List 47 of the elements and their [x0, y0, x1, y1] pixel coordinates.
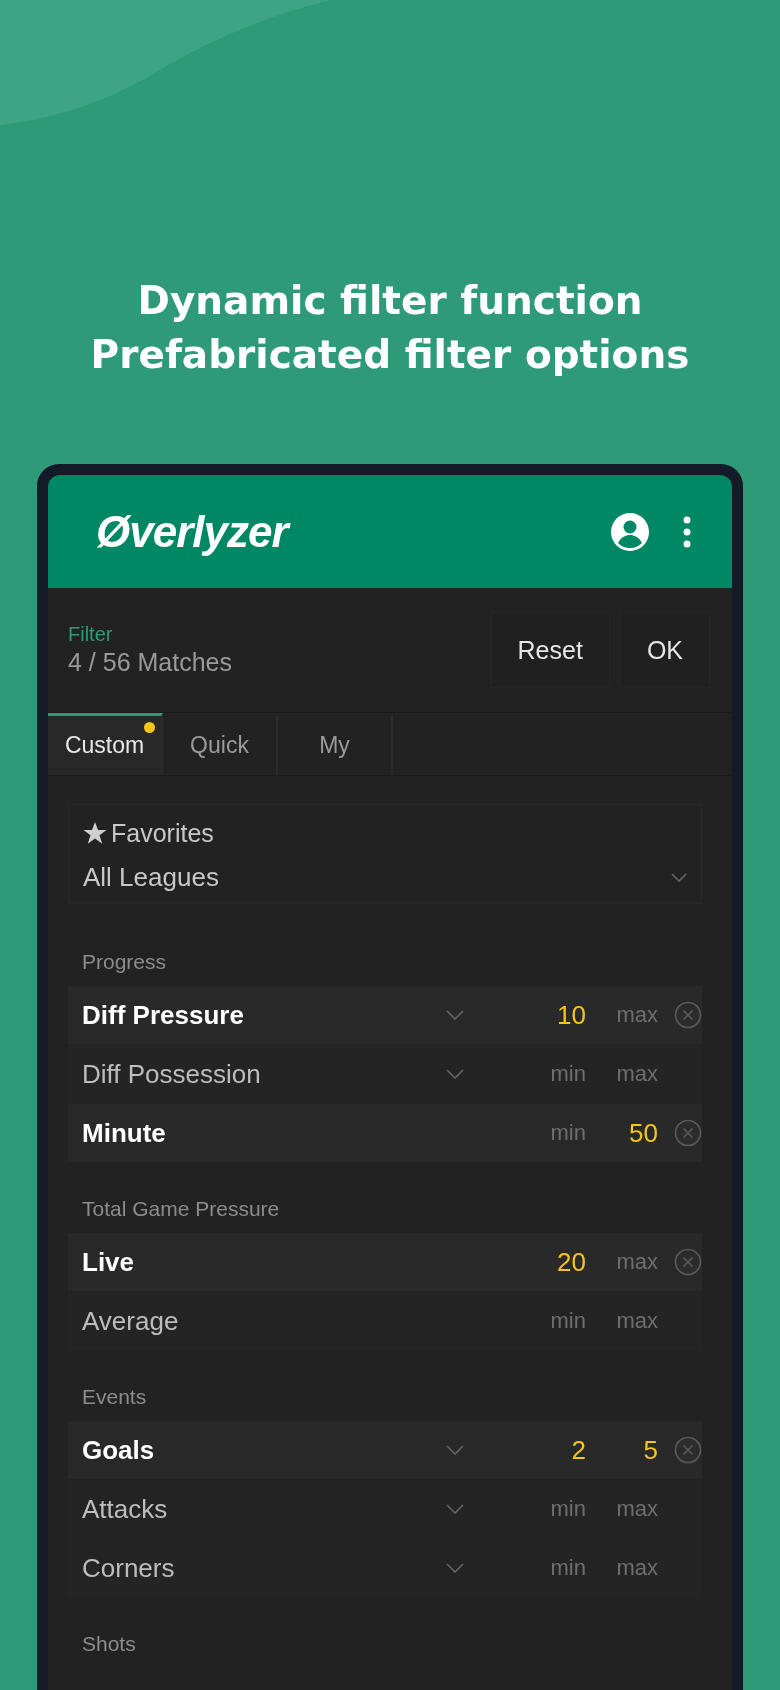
- filter-value[interactable]: 20: [514, 1246, 586, 1278]
- filter-name: Goals: [82, 1434, 156, 1466]
- section-title: Progress: [81, 950, 168, 974]
- tab[interactable]: Quick: [163, 713, 278, 775]
- filter-placeholder[interactable]: max: [586, 1061, 658, 1087]
- filter-name: Minute: [82, 1117, 167, 1149]
- clear-icon[interactable]: [674, 1248, 702, 1276]
- filter-placeholder[interactable]: max: [586, 1555, 658, 1581]
- filter-value[interactable]: 10: [514, 999, 586, 1031]
- tab[interactable]: My: [278, 713, 393, 775]
- filter-name: Diff Pressure: [82, 999, 245, 1031]
- tab[interactable]: Custom: [48, 713, 163, 775]
- filter-placeholder[interactable]: max: [586, 1308, 658, 1334]
- filter-placeholder[interactable]: min: [514, 1120, 586, 1146]
- filter-placeholder[interactable]: min: [514, 1061, 586, 1087]
- section-title: Events: [81, 1385, 148, 1409]
- filter-value[interactable]: 5: [586, 1434, 658, 1466]
- filter-placeholder[interactable]: max: [586, 1249, 658, 1275]
- league-select[interactable]: All Leagues: [83, 862, 219, 893]
- filter-name: Live: [82, 1246, 136, 1278]
- more-icon[interactable]: [682, 515, 692, 548]
- filter-placeholder[interactable]: min: [514, 1555, 586, 1581]
- filter-placeholder[interactable]: min: [514, 1308, 586, 1334]
- filter-name: Diff Possession: [82, 1058, 262, 1090]
- favorites-label: Favorites: [111, 819, 214, 848]
- clear-icon[interactable]: [674, 1119, 702, 1147]
- section-title: Shots: [81, 1632, 137, 1656]
- filter-label: Filter: [68, 623, 114, 646]
- filter-name: Corners: [82, 1552, 176, 1584]
- filter-placeholder[interactable]: max: [586, 1496, 658, 1522]
- match-count: 4 / 56 Matches: [68, 648, 232, 677]
- clear-icon[interactable]: [674, 1001, 702, 1029]
- header-button[interactable]: OK: [619, 612, 710, 688]
- filter-name: Average: [82, 1305, 180, 1337]
- filter-value[interactable]: 50: [586, 1117, 658, 1149]
- chevron-down-icon: [671, 873, 687, 882]
- section-title: Total Game Pressure: [81, 1197, 281, 1221]
- clear-icon[interactable]: [674, 1436, 702, 1464]
- account-icon[interactable]: [610, 511, 650, 552]
- header-button[interactable]: Reset: [490, 612, 610, 688]
- filter-placeholder[interactable]: min: [514, 1496, 586, 1522]
- headline: Dynamic filter function: [137, 277, 643, 325]
- filter-name: Attacks: [82, 1493, 169, 1525]
- star-icon: [83, 822, 107, 845]
- filter-value[interactable]: 2: [514, 1434, 586, 1466]
- headline: Prefabricated filter options: [90, 331, 690, 379]
- filter-placeholder[interactable]: max: [586, 1002, 658, 1028]
